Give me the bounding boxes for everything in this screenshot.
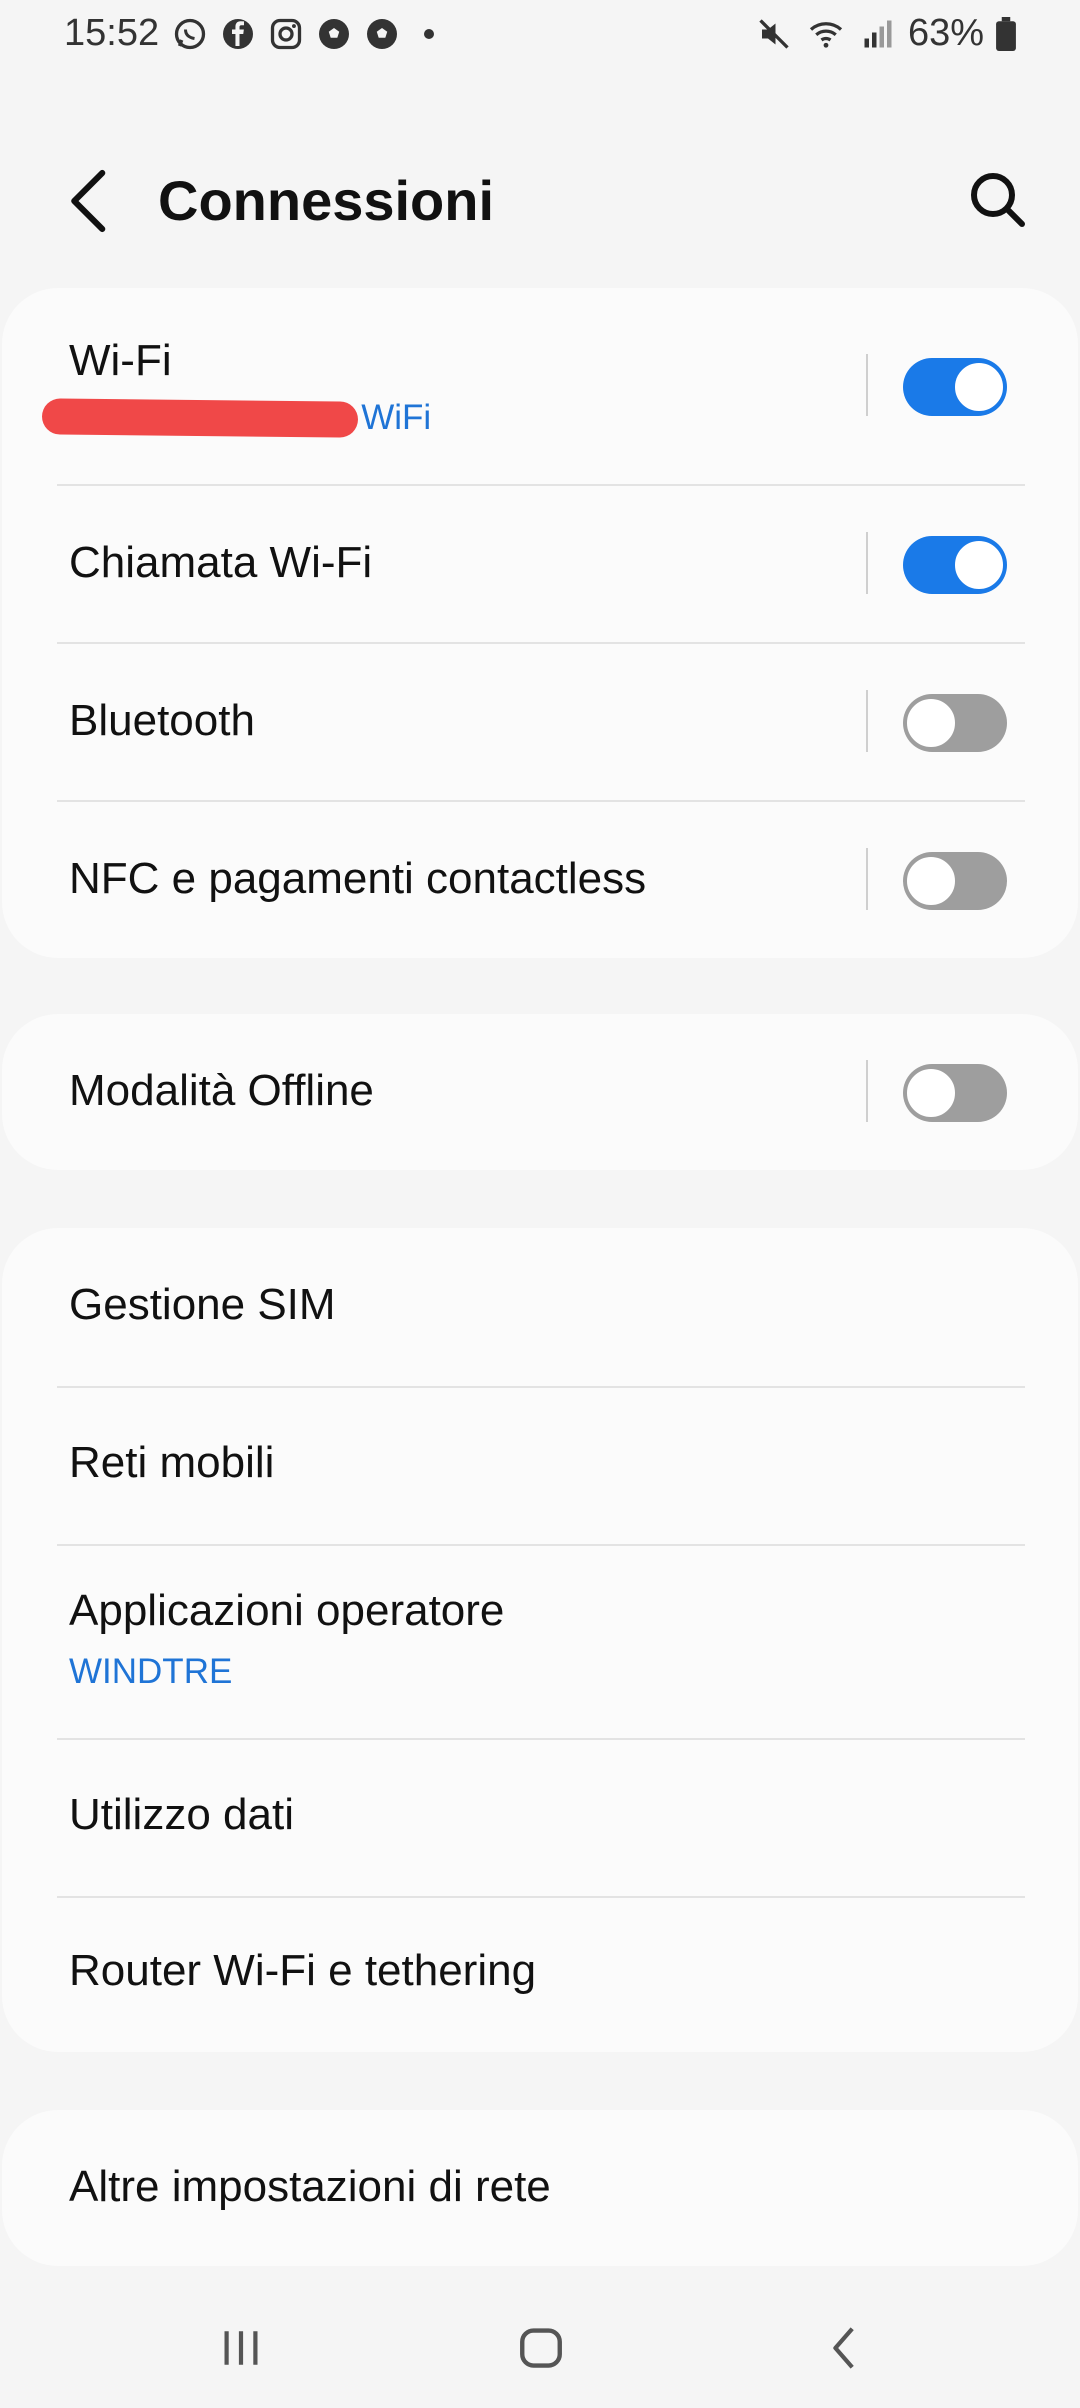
more-network-settings-label: Altre impostazioni di rete: [69, 2162, 551, 2211]
facebook-icon: [223, 19, 253, 49]
hotspot-row[interactable]: Router Wi-Fi e tethering: [2, 1898, 1078, 2052]
row-separator: [866, 532, 868, 594]
nfc-row[interactable]: NFC e pagamenti contactless: [2, 802, 1078, 958]
data-usage-label: Utilizzo dati: [69, 1790, 294, 1839]
wifi-toggle[interactable]: [903, 358, 1007, 416]
system-status-icons: 63%: [756, 12, 1016, 55]
mobile-networks-row[interactable]: Reti mobili: [2, 1388, 1078, 1544]
notification-icons: [172, 16, 434, 52]
row-separator: [866, 354, 868, 416]
app-header: Connessioni: [0, 140, 1080, 260]
connections-card-1: Wi-Fi a WiFi Chiamata Wi-Fi Bluetooth NF…: [2, 288, 1078, 958]
more-notifications-dot: [424, 29, 434, 39]
offline-mode-toggle[interactable]: [903, 1064, 1007, 1122]
bluetooth-row[interactable]: Bluetooth: [2, 644, 1078, 800]
system-navigation-bar: [0, 2290, 1080, 2408]
offline-mode-row[interactable]: Modalità Offline: [2, 1014, 1078, 1170]
operator-apps-row[interactable]: Applicazioni operatore WINDTRE: [2, 1546, 1078, 1738]
offline-mode-label: Modalità Offline: [69, 1066, 374, 1115]
connections-card-3: Gestione SIM Reti mobili Applicazioni op…: [2, 1228, 1078, 2052]
wifi-icon: [809, 21, 843, 48]
wifi-calling-label: Chiamata Wi-Fi: [69, 538, 373, 587]
hotspot-label: Router Wi-Fi e tethering: [69, 1946, 537, 1995]
redaction-mark: [41, 398, 359, 438]
nfc-toggle[interactable]: [903, 852, 1007, 910]
recent-apps-icon: [224, 2331, 258, 2365]
status-bar: 15:52 63%: [0, 0, 1080, 70]
search-icon[interactable]: [966, 168, 1030, 232]
instagram-icon: [270, 18, 302, 50]
wifi-calling-toggle[interactable]: [903, 536, 1007, 594]
operator-name: WINDTRE: [69, 1652, 233, 1691]
status-time: 15:52: [64, 12, 160, 54]
mute-icon: [759, 18, 789, 49]
row-separator: [866, 1060, 868, 1122]
wifi-calling-row[interactable]: Chiamata Wi-Fi: [2, 486, 1078, 642]
battery-percent: 63%: [907, 12, 984, 54]
connections-card-4: Altre impostazioni di rete: [2, 2110, 1078, 2266]
mobile-networks-label: Reti mobili: [69, 1438, 275, 1487]
recent-apps-button[interactable]: [206, 2318, 276, 2378]
soccer-ball-icon: [367, 19, 397, 49]
back-button[interactable]: [810, 2318, 880, 2378]
battery-icon: [996, 16, 1016, 51]
data-usage-row[interactable]: Utilizzo dati: [2, 1740, 1078, 1896]
bluetooth-label: Bluetooth: [69, 696, 255, 745]
row-separator: [866, 848, 868, 910]
bluetooth-toggle[interactable]: [903, 694, 1007, 752]
home-button[interactable]: [506, 2318, 576, 2378]
back-arrow-icon[interactable]: [60, 166, 120, 236]
sim-manager-label: Gestione SIM: [69, 1280, 336, 1329]
page-title: Connessioni: [158, 169, 495, 232]
soccer-ball-icon: [319, 19, 349, 49]
sim-manager-row[interactable]: Gestione SIM: [2, 1228, 1078, 1386]
nfc-label: NFC e pagamenti contactless: [69, 854, 647, 903]
wifi-label: Wi-Fi: [69, 336, 172, 385]
home-icon: [520, 2328, 562, 2368]
wifi-row[interactable]: Wi-Fi a WiFi: [2, 288, 1078, 484]
row-separator: [866, 690, 868, 752]
signal-icon: [864, 20, 892, 47]
operator-apps-label: Applicazioni operatore: [69, 1586, 505, 1635]
more-network-settings-row[interactable]: Altre impostazioni di rete: [2, 2110, 1078, 2266]
connections-card-2: Modalità Offline: [2, 1014, 1078, 1170]
whatsapp-icon: [174, 18, 206, 50]
nav-back-icon: [833, 2327, 854, 2369]
